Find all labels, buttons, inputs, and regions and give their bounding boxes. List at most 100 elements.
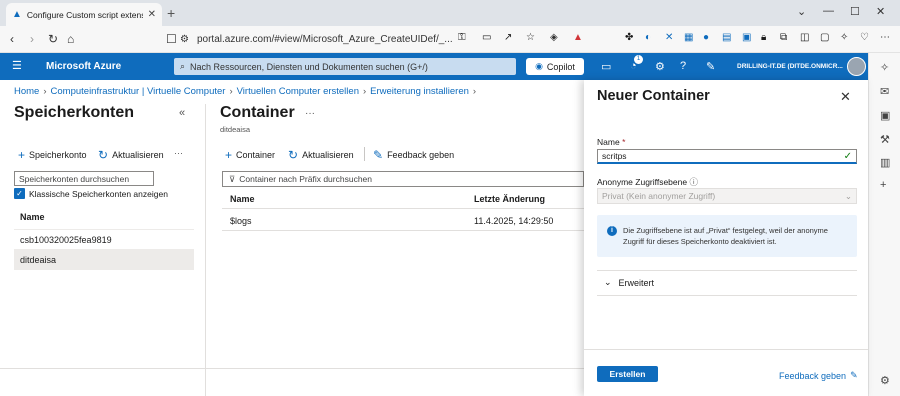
close-window-button[interactable]: ✕ [876,5,885,18]
storage-accounts-search-input[interactable]: Speicherkonten durchsuchen [14,171,154,186]
refresh-accounts-button[interactable]: ↻ Aktualisieren [98,148,164,162]
divider [0,368,205,369]
portal-menu-icon[interactable]: ☰ [12,59,22,72]
share-icon[interactable]: ↗ [504,32,512,43]
feedback-icon: ✎ [850,370,858,380]
close-icon[interactable]: ✕ [840,89,851,105]
chevron-right-icon: › [362,86,367,97]
required-mark: * [622,137,626,147]
divider [222,230,584,231]
maximize-button[interactable]: ☐ [850,5,860,18]
container-more-button[interactable]: ··· [305,108,315,119]
cloud-shell-icon[interactable]: ▭ [601,60,611,73]
add-sidebar-icon[interactable]: + [880,179,886,191]
global-search-input[interactable]: ⌕ Nach Ressourcen, Diensten und Dokument… [174,58,516,75]
home-icon[interactable]: ⌂ [67,32,74,46]
help-icon[interactable]: ? [680,60,686,72]
browser-essentials-icon[interactable]: ♡ [860,32,869,43]
advanced-section-toggle[interactable]: ⌄ Erweitert [604,277,654,288]
collapse-pane-icon[interactable]: « [179,107,185,119]
settings-more-icon[interactable]: ⋯ [880,32,890,43]
screen-icon[interactable]: ▭ [482,32,491,43]
add-container-button[interactable]: + Container [225,148,275,162]
create-button[interactable]: Erstellen [597,366,658,382]
browser-sidebar: ✧ ✉ ▣ ⚒ ▥ + ⚙ [868,53,900,396]
access-level-value: Privat (Kein anonymer Zugriff) [602,191,716,201]
cross-extension-icon[interactable]: ✕ [665,32,673,43]
breadcrumb-create-vm[interactable]: Virtuellen Computer erstellen [237,86,359,97]
classic-accounts-label: Klassische Speicherkonten anzeigen [29,188,168,199]
advanced-label: Erweitert [618,277,655,288]
feedback-icon[interactable]: ✎ [706,60,715,73]
puzzle-icon[interactable]: ✤ [625,32,633,43]
sync-extension-icon[interactable]: ◐ [645,32,651,43]
url-text: portal.azure.com/#view/Microsoft_Azure_C… [196,34,453,45]
access-label-text: Anonyme Zugriffsebene [597,177,688,187]
table-extension-icon[interactable]: ▤ [722,32,731,43]
performance-icon[interactable]: ✧ [840,32,848,43]
feedback-button[interactable]: ✎ Feedback geben [373,148,454,162]
reload-icon[interactable]: ↻ [48,32,58,46]
lock-extension-icon[interactable]: 🔒︎ [761,32,766,43]
new-tab-button[interactable]: + [167,5,175,21]
column-header-name[interactable]: Name [20,212,45,222]
sidebar-settings-icon[interactable]: ⚙ [880,374,890,387]
breadcrumb: Home › Computeinfrastruktur | Virtuelle … [14,86,476,97]
add-storage-account-button[interactable]: + Speicherkonto [18,148,87,162]
column-header-name[interactable]: Name [230,194,255,204]
chevron-down-icon: ⌄ [844,190,852,201]
circle-extension-icon[interactable]: ● [703,32,709,43]
collections-icon[interactable]: ⧉ [780,32,787,43]
brand-label[interactable]: Microsoft Azure [46,61,121,72]
info-icon: i [607,226,617,236]
name-field-label: Name * [597,137,625,147]
back-icon[interactable]: ‹ [10,32,14,46]
refresh-containers-label: Aktualisieren [302,150,354,160]
container-name-cell[interactable]: $logs [230,216,252,226]
more-commands-button[interactable]: ··· [174,148,183,158]
list-item-selected[interactable]: ditdeaisa [14,249,194,270]
split-screen-icon[interactable]: ◫ [800,32,809,43]
warning-extension-icon[interactable]: ▲ [573,32,583,43]
list-item[interactable]: csb100320025fea9819 [14,229,194,250]
copilot-sidebar-icon[interactable]: ✧ [880,61,889,74]
classic-accounts-checkbox[interactable]: ✓ Klassische Speicherkonten anzeigen [14,188,168,199]
browser-tab[interactable]: ▲ Configure Custom script extens ✕ [6,3,162,26]
site-info-icon[interactable]: ⚙ [180,34,189,45]
container-name-value: scritps [602,151,627,161]
copilot-button[interactable]: ◉ Copilot [526,58,584,75]
avatar[interactable] [847,57,866,76]
tools-sidebar-icon[interactable]: ⚒ [880,133,890,146]
tab-title: Configure Custom script extens [26,9,143,20]
tab-list-chevron-icon[interactable]: ⌄ [797,5,806,18]
container-filter-input[interactable]: ⊽ Container nach Präfix durchsuchen [222,171,584,187]
minimize-button[interactable]: — [823,5,834,17]
tenant-label[interactable]: DRILLING-IT.DE (DITDE.ONMICR... [737,63,843,70]
key-icon[interactable]: ⚿ [458,32,466,43]
calendar-extension-icon[interactable]: ▣ [742,32,751,43]
mail-sidebar-icon[interactable]: ✉ [880,85,889,98]
storage-account-name: ditdeaisa [20,255,57,265]
copilot-label: Copilot [546,61,575,72]
feedback-icon: ✎ [373,148,384,162]
breadcrumb-home[interactable]: Home [14,86,39,97]
favorite-icon[interactable]: ☆ [526,32,535,43]
wallet-icon[interactable]: ▢ [820,32,829,43]
settings-icon[interactable]: ⚙ [655,60,665,73]
panel-feedback-link[interactable]: Feedback geben ✎ [779,370,858,381]
reading-sidebar-icon[interactable]: ▥ [880,156,890,169]
refresh-containers-button[interactable]: ↻ Aktualisieren [288,148,354,162]
grid-extension-icon[interactable]: ▦ [684,32,693,43]
shield-extension-icon[interactable]: ◈ [550,32,558,43]
breadcrumb-vms[interactable]: Computeinfrastruktur | Virtuelle Compute… [51,86,226,97]
breadcrumb-install-extension[interactable]: Erweiterung installieren [370,86,469,97]
bookmark-icon[interactable]: ☐ [166,32,177,46]
column-header-modified[interactable]: Letzte Änderung [474,194,545,204]
container-name-input[interactable]: scritps ✓ [597,149,857,164]
forward-icon[interactable]: › [30,32,34,46]
refresh-accounts-label: Aktualisieren [112,150,164,160]
outlook-sidebar-icon[interactable]: ▣ [880,109,890,122]
close-tab-icon[interactable]: ✕ [148,9,156,20]
info-circle-icon[interactable]: ⓘ [689,177,698,187]
plus-icon: + [18,148,26,162]
